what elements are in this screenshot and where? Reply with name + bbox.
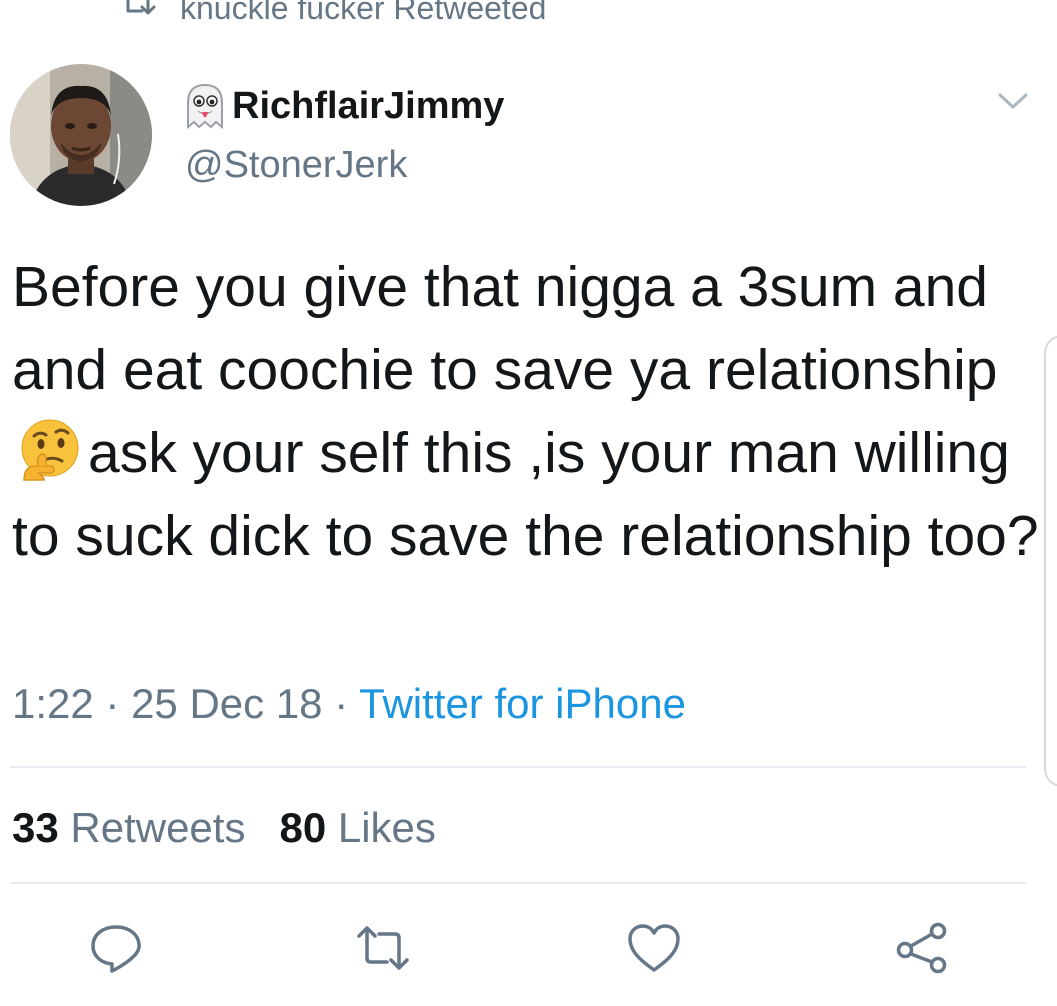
divider — [10, 882, 1026, 884]
avatar[interactable] — [10, 64, 152, 206]
tweet-stats: 33 Retweets 80 Likes — [12, 804, 436, 852]
profile-photo — [10, 64, 152, 206]
tweet-meta: 1:22 · 25 Dec 18 · Twitter for iPhone — [12, 680, 686, 728]
reply-icon[interactable] — [88, 922, 144, 974]
scrollbar[interactable] — [1044, 335, 1057, 787]
display-name[interactable]: RichflairJimmy — [182, 80, 504, 132]
retweet-icon — [126, 0, 156, 15]
divider — [10, 766, 1026, 768]
display-name-text: RichflairJimmy — [232, 84, 505, 127]
likes-label: Likes — [326, 804, 436, 851]
tweet-text-part-1: Before you give that nigga a 3sum and an… — [12, 255, 998, 402]
meta-separator: · — [93, 680, 132, 727]
retweets-stat[interactable]: 33 Retweets — [12, 804, 245, 851]
heart-icon[interactable] — [626, 922, 682, 974]
tweet-date[interactable]: 25 Dec 18 — [131, 680, 322, 727]
tweet-text: Before you give that nigga a 3sum and an… — [12, 246, 1042, 578]
retweet-icon[interactable] — [355, 922, 411, 974]
retweets-count: 33 — [12, 804, 59, 851]
tweet-source-link[interactable]: Twitter for iPhone — [359, 680, 686, 727]
tweet-text-part-2: ask your self this ,is your man willing … — [12, 421, 1039, 568]
user-handle[interactable]: @StonerJerk — [185, 144, 407, 187]
chevron-down-icon[interactable] — [996, 90, 1030, 112]
likes-stat[interactable]: 80 Likes — [279, 804, 435, 851]
meta-separator: · — [322, 680, 360, 727]
retweets-label: Retweets — [58, 804, 246, 851]
tweet-time[interactable]: 1:22 — [12, 680, 94, 727]
ghost-emoji — [187, 83, 223, 130]
retweet-context[interactable]: knuckle fucker Retweeted — [118, 0, 546, 28]
share-icon[interactable] — [894, 922, 950, 974]
retweet-context-label: knuckle fucker Retweeted — [180, 0, 547, 26]
likes-count: 80 — [279, 804, 327, 851]
thinking-face-emoji — [21, 419, 79, 481]
